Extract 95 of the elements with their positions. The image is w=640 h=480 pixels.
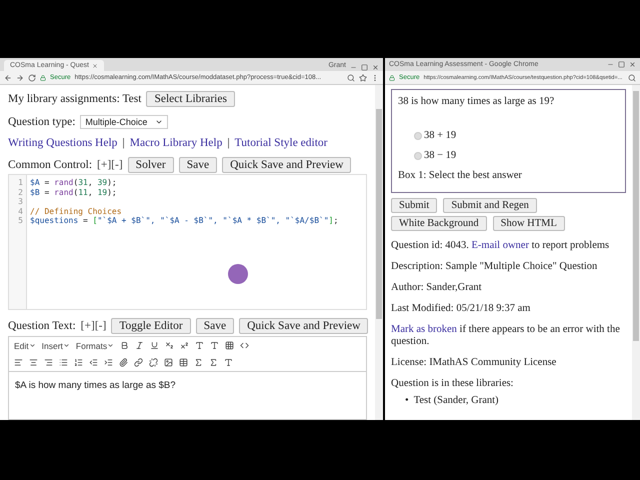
help-link[interactable]: Macro Library Help — [130, 137, 222, 149]
paperclip-icon[interactable] — [119, 358, 128, 367]
lock-icon — [389, 74, 395, 80]
star-icon[interactable] — [359, 74, 367, 82]
radio-button[interactable] — [414, 132, 422, 140]
caret-icon — [28, 342, 36, 349]
toolbar-button[interactable]: Save — [178, 157, 218, 173]
library-label: My library assignments: Test — [8, 93, 142, 105]
scrollbar[interactable] — [375, 85, 383, 420]
info-text: Description: Sample "Multiple Choice" Question — [391, 261, 598, 273]
scrollbar[interactable] — [632, 85, 640, 420]
highlight-color-icon[interactable] — [210, 341, 220, 350]
question-text-label: Question Text: — [8, 320, 76, 332]
code-line: $B = rand(11, 19); — [30, 188, 118, 197]
question-type-label: Question type: — [8, 116, 76, 128]
choice-label: 38 − 19 — [424, 150, 456, 161]
line-number: 1 — [17, 178, 23, 188]
toolbar-button[interactable]: Quick Save and Preview — [222, 157, 352, 173]
close-icon[interactable] — [92, 62, 98, 68]
numbered-list-icon[interactable] — [74, 358, 83, 367]
forward-icon[interactable] — [16, 74, 24, 82]
code-line: // Defining Choices — [30, 206, 123, 216]
info-text: Mark as broken if there appears to be an error with the question. — [391, 324, 621, 348]
separator: | — [122, 137, 125, 149]
bullet-list-icon[interactable] — [59, 358, 68, 367]
align-right-icon[interactable] — [44, 358, 53, 367]
action-button[interactable]: Submit and Regen — [443, 198, 537, 213]
link-icon[interactable] — [134, 358, 143, 367]
library-item: Test (Sander, Grant) — [414, 395, 499, 407]
sigma-plus-icon[interactable] — [194, 358, 203, 367]
toolbar-button[interactable]: Quick Save and Preview — [239, 318, 368, 334]
image-icon[interactable] — [164, 358, 173, 367]
maximize-icon[interactable] — [618, 61, 625, 68]
italic-icon[interactable] — [135, 341, 144, 350]
line-number: 2 — [17, 188, 23, 197]
reload-icon[interactable] — [28, 74, 36, 82]
action-button[interactable]: White Background — [391, 216, 487, 231]
toolbar-button[interactable]: Save — [196, 318, 234, 334]
box-note: Box 1: Select the best answer — [398, 170, 523, 182]
info-text: Question is in these libraries: — [391, 378, 514, 390]
table-icon[interactable] — [179, 358, 188, 367]
info-text: Question id: 4043. E-mail owner to report problems — [391, 240, 610, 252]
select-libraries-button[interactable]: Select Libraries — [146, 91, 235, 107]
text-link[interactable]: E-mail owner — [472, 240, 529, 251]
help-link[interactable]: Tutorial Style editor — [234, 137, 328, 149]
choice-label: 38 + 19 — [424, 130, 456, 141]
align-center-icon[interactable] — [29, 358, 38, 367]
info-text: License: IMathAS Community License — [391, 357, 558, 369]
help-link[interactable]: Writing Questions Help — [8, 137, 118, 149]
info-text: Last Modified: 05/21/18 9:37 am — [391, 303, 532, 315]
text-color-icon[interactable] — [195, 341, 204, 350]
line-number: 4 — [17, 206, 23, 216]
line-number: 3 — [17, 197, 23, 206]
text-link[interactable]: Mark as broken — [391, 324, 457, 335]
caret-icon — [107, 342, 114, 349]
caret-icon — [62, 342, 70, 349]
indent-icon[interactable] — [104, 358, 113, 367]
grid-icon[interactable] — [225, 341, 234, 350]
subscript-icon[interactable] — [165, 341, 174, 350]
expand-toggle[interactable]: [+][-] — [80, 320, 106, 332]
close-icon[interactable] — [372, 64, 379, 71]
unlink-icon[interactable] — [149, 358, 158, 367]
search-icon[interactable] — [347, 74, 355, 82]
maximize-icon[interactable] — [361, 64, 368, 71]
action-button[interactable]: Submit — [391, 198, 438, 213]
underline-icon[interactable] — [150, 341, 160, 350]
sigma-icon[interactable] — [209, 358, 218, 367]
editor-menu[interactable]: Edit — [14, 340, 36, 350]
align-left-icon[interactable] — [14, 358, 23, 367]
editor-menu[interactable]: Insert — [42, 340, 70, 350]
question-type-select[interactable]: Multiple-Choice — [80, 115, 168, 129]
bullet-marker: • — [405, 395, 409, 407]
editor-text[interactable]: $A is how many times as large as $B? — [15, 380, 176, 391]
action-button[interactable]: Show HTML — [492, 216, 565, 231]
editor-menu[interactable]: Formats — [76, 340, 114, 350]
close-icon[interactable] — [629, 61, 636, 68]
back-icon[interactable] — [4, 74, 12, 82]
info-text: Author: Sander,Grant — [391, 282, 483, 294]
separator: | — [227, 137, 230, 149]
radio-button[interactable] — [414, 152, 422, 160]
code-line: $A = rand(31, 39); — [30, 178, 118, 188]
toolbar-button[interactable]: Toggle Editor — [111, 318, 191, 334]
expand-toggle[interactable]: [+][-] — [97, 159, 123, 171]
bold-icon[interactable] — [120, 341, 130, 350]
code-icon[interactable] — [240, 341, 250, 350]
toolbar-button[interactable]: Solver — [128, 157, 174, 173]
lock-icon — [40, 74, 46, 80]
superscript-icon[interactable] — [180, 341, 190, 350]
outdent-icon[interactable] — [89, 358, 98, 367]
code-line: $questions = ["`$A + $B`", "`$A - $B`", "`$A * $B`", "`$A/$B`"]; — [30, 216, 340, 226]
common-control-label: Common Control: — [8, 159, 92, 171]
line-number: 5 — [17, 216, 23, 226]
question-text: 38 is how many times as large as 19? — [398, 96, 556, 108]
search-icon[interactable] — [628, 74, 636, 82]
code-editor[interactable]: 1 2 3 4 5 $A = rand(31, 39); $B = rand(11, 19); // Defining Choices $questions = ["`$A + $B`", "`$A - $B`", "`$A * $B`", "`$A/$B`"]; — [8, 174, 367, 310]
